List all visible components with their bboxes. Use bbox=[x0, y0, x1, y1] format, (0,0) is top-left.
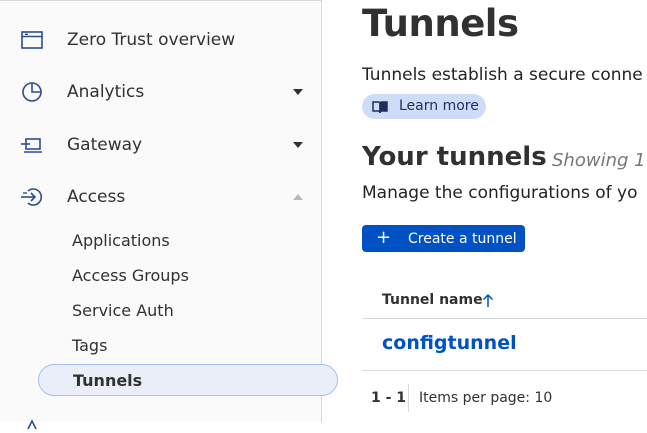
sidebar-item-access[interactable]: Access bbox=[0, 175, 321, 219]
sidebar-item-gateway[interactable]: Gateway bbox=[0, 123, 321, 167]
chevron-down-icon[interactable] bbox=[293, 89, 303, 95]
sidebar-subitem-applications[interactable]: Applications bbox=[72, 231, 170, 250]
partial-nav-icon bbox=[26, 414, 38, 430]
sort-ascending-icon[interactable] bbox=[482, 292, 494, 308]
section-title: Your tunnels bbox=[362, 142, 547, 172]
sidebar-item-label: Analytics bbox=[67, 82, 145, 102]
sidebar-top-divider bbox=[0, 0, 321, 1]
sidebar-item-zero-trust-overview[interactable]: Zero Trust overview bbox=[0, 18, 321, 62]
page-description: Tunnels establish a secure conne bbox=[362, 65, 643, 85]
chevron-up-icon[interactable] bbox=[293, 194, 303, 200]
sidebar-subitem-tunnels[interactable]: Tunnels bbox=[38, 364, 338, 396]
browser-window-icon bbox=[20, 28, 44, 52]
table-row-divider bbox=[362, 370, 647, 371]
sidebar-item-label: Access bbox=[67, 187, 126, 207]
sidebar-item-analytics[interactable]: Analytics bbox=[0, 70, 321, 114]
access-sign-in-icon bbox=[20, 185, 44, 209]
items-per-page-select[interactable]: Items per page: 10 bbox=[419, 390, 552, 406]
sidebar-subitem-label: Tunnels bbox=[73, 371, 143, 390]
column-header-tunnel-name[interactable]: Tunnel name bbox=[382, 292, 483, 308]
showing-count: Showing 1 bbox=[552, 150, 646, 171]
learn-more-button[interactable]: Learn more bbox=[362, 94, 486, 119]
main-content: Tunnels Tunnels establish a secure conne… bbox=[322, 0, 647, 422]
page-title: Tunnels bbox=[362, 2, 519, 45]
learn-more-label: Learn more bbox=[399, 98, 479, 114]
chevron-down-icon[interactable] bbox=[293, 142, 303, 148]
pie-chart-icon bbox=[20, 80, 44, 104]
table-header-divider bbox=[362, 318, 647, 319]
section-description: Manage the configurations of yo bbox=[362, 183, 638, 203]
pagination-range: 1 - 1 bbox=[371, 390, 407, 406]
sidebar-subitem-service-auth[interactable]: Service Auth bbox=[72, 301, 174, 320]
sidebar-subitem-tags[interactable]: Tags bbox=[72, 336, 107, 355]
sidebar: Zero Trust overview Analytics Gateway Ac… bbox=[0, 0, 338, 430]
pagination-divider bbox=[408, 384, 409, 412]
sidebar-subitem-access-groups[interactable]: Access Groups bbox=[72, 266, 189, 285]
sidebar-item-label: Zero Trust overview bbox=[67, 30, 236, 50]
gateway-icon bbox=[20, 133, 44, 157]
create-tunnel-label: Create a tunnel bbox=[408, 231, 517, 247]
plus-icon: + bbox=[376, 227, 392, 248]
book-icon bbox=[372, 99, 388, 114]
sidebar-item-label: Gateway bbox=[67, 135, 143, 155]
tunnel-name-link[interactable]: configtunnel bbox=[382, 332, 517, 354]
create-tunnel-button[interactable]: + Create a tunnel bbox=[362, 225, 525, 252]
